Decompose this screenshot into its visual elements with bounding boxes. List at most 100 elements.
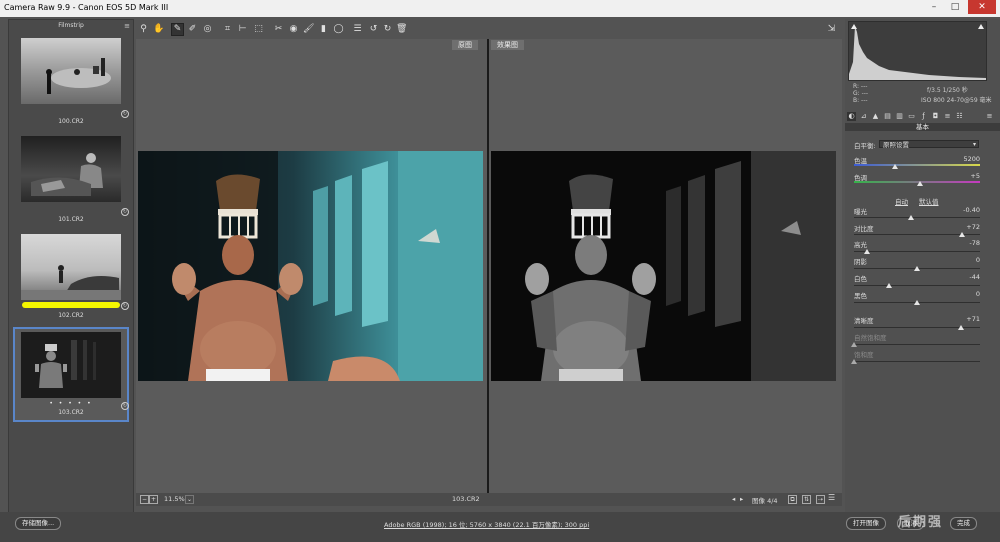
tint-value[interactable]: +5 — [970, 172, 980, 180]
temperature-slider[interactable] — [892, 164, 898, 169]
minimize-button[interactable]: – — [925, 0, 943, 14]
white-balance-select[interactable]: 原照设置 ▾ — [879, 140, 979, 149]
lens-corrections-tab-icon[interactable]: ▭ — [907, 112, 916, 121]
sync-icon: ↻ — [121, 302, 129, 310]
transform-tool-icon[interactable]: ⬚ — [253, 24, 264, 35]
filmstrip-item-name: 103.CR2 — [58, 409, 84, 416]
effects-tab-icon[interactable]: ƒ — [919, 112, 928, 121]
panel-menu-icon[interactable]: ≡ — [985, 112, 994, 121]
hsl-tab-icon[interactable]: ▤ — [883, 112, 892, 121]
contrast-value[interactable]: +72 — [966, 223, 980, 231]
blacks-value[interactable]: 0 — [976, 290, 980, 298]
tint-slider[interactable] — [917, 181, 923, 186]
filmstrip-item-102[interactable]: 102.CR2 ↻ — [15, 230, 129, 328]
preview-status-bar: − + 11.5% ⌄ 103.CR2 ◂ ▸ 图像 4/4 ⧉ ⇅ ⇢ ☰ — [136, 493, 842, 506]
adjustment-brush-icon[interactable]: 🖌 — [303, 24, 314, 35]
default-link[interactable]: 默认值 — [919, 196, 939, 206]
highlight-clipping-icon[interactable] — [978, 24, 984, 29]
saturation-track — [854, 361, 980, 362]
open-image-button[interactable]: 打开图像 — [846, 517, 886, 530]
rotate-right-icon[interactable]: ↻ — [382, 24, 393, 35]
saturation-label: 饱和度 — [854, 351, 874, 359]
presets-tab-icon[interactable]: ≡ — [943, 112, 952, 121]
zoom-dropdown-icon[interactable]: ⌄ — [185, 495, 194, 504]
filmstrip-menu-icon[interactable]: ≡ — [124, 22, 130, 30]
maximize-button[interactable]: □ — [946, 0, 964, 14]
save-image-button[interactable]: 存储图像... — [15, 517, 62, 530]
rotate-left-icon[interactable]: ↺ — [368, 24, 379, 35]
hand-tool-icon[interactable]: ✋ — [153, 24, 164, 35]
filmstrip-item-name: 100.CR2 — [58, 118, 84, 125]
open-preferences-icon[interactable]: ⇲ — [826, 24, 837, 35]
filmstrip-item-100[interactable]: 100.CR2 ↻ — [15, 34, 129, 130]
prev-image-icon[interactable]: ◂ — [732, 495, 735, 503]
trash-icon[interactable]: 🗑 — [396, 24, 407, 35]
after-photo — [491, 151, 836, 381]
sync-icon: ↻ — [121, 208, 129, 216]
whites-value[interactable]: -44 — [969, 273, 980, 281]
copy-settings-icon[interactable]: ⇢ — [816, 495, 825, 504]
temperature-track — [854, 164, 980, 166]
preferences-icon[interactable]: ☰ — [352, 24, 363, 35]
color-sampler-tool-icon[interactable]: ✐ — [187, 24, 198, 35]
filmstrip-item-103[interactable]: • • • • • 103.CR2 ↻ — [13, 327, 129, 422]
tone-curve-tab-icon[interactable]: ⊿ — [859, 112, 868, 121]
blacks-label: 黑色 — [854, 292, 867, 300]
spot-removal-tool-icon[interactable]: ✂ — [273, 24, 284, 35]
shadows-value[interactable]: 0 — [976, 256, 980, 264]
clarity-label: 清晰度 — [854, 317, 874, 325]
aperture-shutter: f/3.5 1/250 秒 — [927, 87, 968, 94]
clarity-value[interactable]: +71 — [966, 315, 980, 323]
workflow-options-link[interactable]: Adobe RGB (1998); 16 位; 5760 x 3840 (22.… — [384, 519, 589, 529]
highlights-value[interactable]: -78 — [969, 239, 980, 247]
shadows-slider[interactable] — [914, 266, 920, 271]
auto-link[interactable]: 自动 — [895, 196, 908, 206]
graduated-filter-icon[interactable]: ▮ — [318, 24, 329, 35]
swap-views-icon[interactable]: ⇅ — [802, 495, 811, 504]
exposure-value[interactable]: -0.40 — [963, 206, 980, 214]
split-toning-tab-icon[interactable]: ▥ — [895, 112, 904, 121]
crop-tool-icon[interactable]: ⌗ — [222, 24, 233, 35]
filmstrip-item-101[interactable]: 101.CR2 ↻ — [15, 132, 129, 228]
blacks-slider[interactable] — [914, 300, 920, 305]
vibrance-label: 自然饱和度 — [854, 334, 887, 342]
toolbar: ⚲ ✋ ✎ ✐ ◎ ⌗ ⊢ ⬚ ✂ ◉ 🖌 ▮ ◯ ☰ ↺ ↻ 🗑 ⇲ — [136, 19, 842, 39]
thumbnail-image — [21, 234, 121, 300]
view-mode-icon[interactable]: ⧉ — [788, 495, 797, 504]
targeted-adjustment-tool-icon[interactable]: ◎ — [202, 24, 213, 35]
shadow-clipping-icon[interactable] — [851, 24, 857, 29]
filmstrip-item-name: 102.CR2 — [58, 312, 84, 319]
yellow-color-label — [22, 302, 120, 308]
vibrance-slider[interactable] — [851, 342, 857, 347]
saturation-slider[interactable] — [851, 359, 857, 364]
whites-label: 白色 — [854, 275, 867, 283]
rating-stars[interactable]: • • • • • — [15, 400, 127, 407]
white-balance-tool-icon[interactable]: ✎ — [171, 23, 184, 36]
snapshots-tab-icon[interactable]: ☷ — [955, 112, 964, 121]
next-image-icon[interactable]: ▸ — [740, 495, 743, 503]
clarity-slider[interactable] — [958, 325, 964, 330]
zoom-out-button[interactable]: − — [140, 495, 149, 504]
straighten-tool-icon[interactable]: ⊢ — [237, 24, 248, 35]
zoom-in-button[interactable]: + — [149, 495, 158, 504]
panel-tabs: ◐ ⊿ ▲ ▤ ▥ ▭ ƒ ◘ ≡ ☷ ≡ — [847, 112, 997, 122]
zoom-level[interactable]: 11.5% — [164, 495, 185, 503]
radial-filter-icon[interactable]: ◯ — [333, 24, 344, 35]
basic-tab-icon[interactable]: ◐ — [847, 112, 856, 121]
temperature-value[interactable]: 5200 — [963, 155, 980, 163]
done-button[interactable]: 完成 — [950, 517, 977, 530]
exposure-slider[interactable] — [908, 215, 914, 220]
zoom-tool-icon[interactable]: ⚲ — [138, 24, 149, 35]
white-balance-label: 白平衡: — [854, 142, 876, 150]
contrast-slider[interactable] — [959, 232, 965, 237]
highlights-slider[interactable] — [864, 249, 870, 254]
contrast-label: 对比度 — [854, 225, 874, 233]
whites-slider[interactable] — [886, 283, 892, 288]
close-button[interactable]: ✕ — [968, 0, 996, 14]
red-eye-tool-icon[interactable]: ◉ — [288, 24, 299, 35]
current-filename: 103.CR2 — [452, 495, 480, 503]
detail-tab-icon[interactable]: ▲ — [871, 112, 880, 121]
camera-calibration-tab-icon[interactable]: ◘ — [931, 112, 940, 121]
view-preferences-icon[interactable]: ☰ — [828, 493, 835, 502]
panel-title: 基本 — [845, 123, 1000, 131]
